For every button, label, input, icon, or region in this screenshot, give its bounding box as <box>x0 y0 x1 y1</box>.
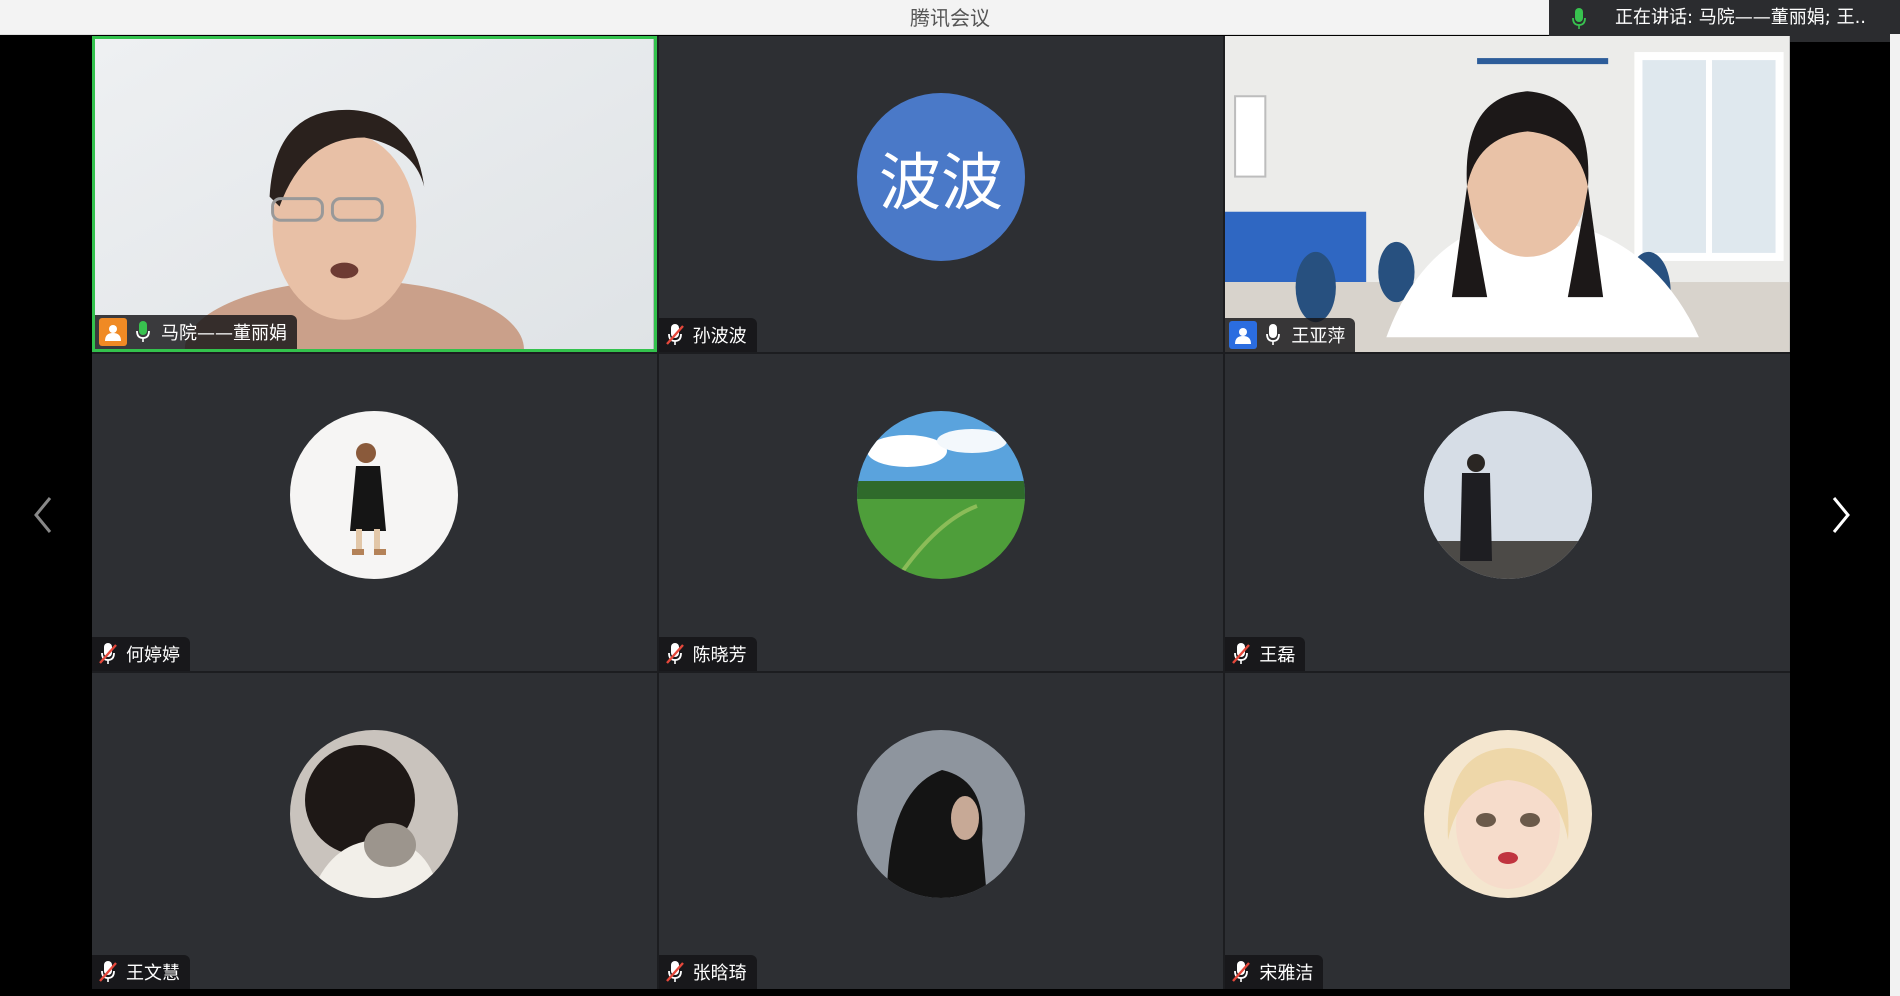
participant-name-tag: 马院——董丽娟 <box>95 315 297 350</box>
mic-muted-icon <box>1232 961 1251 982</box>
participant-name-tag: 王亚萍 <box>1225 318 1356 353</box>
anime-girl-avatar <box>1423 729 1592 898</box>
participant-name: 宋雅洁 <box>1259 963 1314 984</box>
participant-tile[interactable]: 宋雅洁 <box>1225 672 1790 989</box>
participant-name: 陈晓芳 <box>692 644 747 666</box>
participant-name: 王亚萍 <box>1291 326 1346 348</box>
participant-tile[interactable]: 王亚萍 <box>1225 36 1790 353</box>
video-grid: 马院——董丽娟 波波 孙波波 王亚萍 何婷婷 陈晓芳 王磊 王文慧 张晗琦 宋雅… <box>92 36 1790 989</box>
girl-with-cat-avatar <box>290 729 459 898</box>
walking-person-avatar <box>290 411 459 580</box>
participant-name: 张晗琦 <box>692 963 747 984</box>
participant-name-tag: 孙波波 <box>658 318 757 353</box>
participant-tile[interactable]: 马院——董丽娟 <box>92 36 657 353</box>
mic-muted-icon <box>665 324 684 346</box>
mic-muted-icon <box>99 642 117 664</box>
participant-name-tag: 张晗琦 <box>658 955 757 989</box>
avatar: 波波 <box>856 93 1025 261</box>
mic-muted-icon <box>665 961 684 982</box>
participant-name-tag: 何婷婷 <box>92 636 190 671</box>
mic-muted-icon <box>99 961 117 982</box>
mic-muted-icon <box>1232 642 1251 664</box>
participant-tile[interactable]: 何婷婷 <box>92 354 657 671</box>
participant-tile[interactable]: 波波 孙波波 <box>658 36 1224 353</box>
mic-muted-icon <box>665 642 684 664</box>
participant-name: 马院——董丽娟 <box>161 323 287 345</box>
participant-tile[interactable]: 王磊 <box>1225 354 1790 671</box>
participant-name-tag: 陈晓芳 <box>658 636 757 671</box>
participant-name-tag: 宋雅洁 <box>1225 955 1324 989</box>
participant-video <box>95 39 654 350</box>
participant-name: 孙波波 <box>692 326 747 348</box>
participant-name-tag: 王磊 <box>1225 636 1306 671</box>
cohost-icon <box>1229 321 1258 350</box>
participant-tile[interactable]: 王文慧 <box>92 672 657 989</box>
chevron-left-icon[interactable] <box>28 490 58 540</box>
participant-name: 王磊 <box>1259 644 1296 666</box>
mic-on-icon <box>1572 8 1586 29</box>
girl-profile-avatar <box>856 729 1025 898</box>
participant-video <box>1225 36 1790 353</box>
mic-on-icon <box>136 321 150 343</box>
speaking-text: 正在讲话: 马院——董丽娟; 王.. <box>1615 7 1867 28</box>
mic-on-icon <box>1266 324 1281 346</box>
participant-tile[interactable]: 张晗琦 <box>658 672 1224 989</box>
participant-name: 王文慧 <box>126 963 180 984</box>
green-landscape-avatar <box>856 411 1025 580</box>
participant-tile[interactable]: 陈晓芳 <box>658 354 1224 671</box>
man-by-sea-avatar <box>1423 411 1592 580</box>
chevron-right-icon[interactable] <box>1826 490 1856 540</box>
host-icon <box>99 318 127 347</box>
participant-name: 何婷婷 <box>126 644 180 666</box>
window-edge <box>1890 34 1900 996</box>
participant-name-tag: 王文慧 <box>92 955 190 989</box>
